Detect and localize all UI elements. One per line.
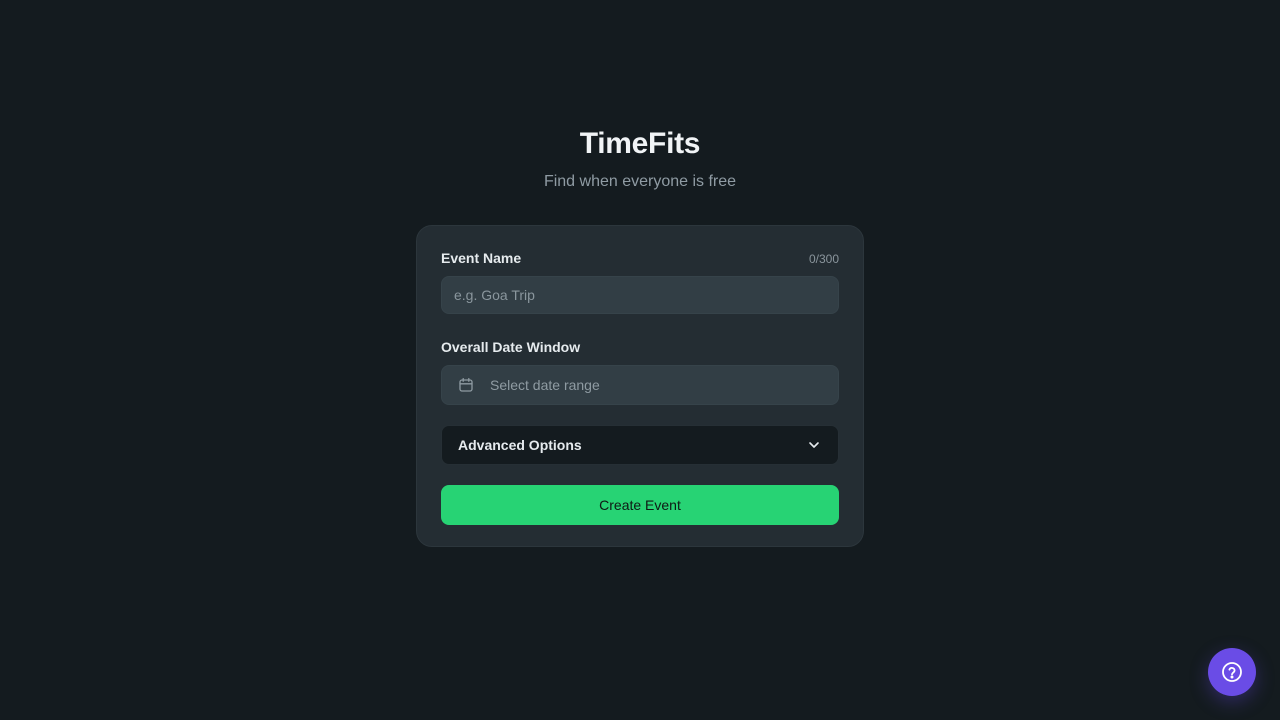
- app-title: TimeFits: [579, 127, 701, 160]
- header: TimeFits Find when everyone is free: [0, 124, 1280, 192]
- calendar-icon: [458, 377, 474, 393]
- date-window-label: Overall Date Window: [441, 339, 581, 355]
- date-window-header: Overall Date Window: [441, 339, 839, 359]
- date-range-picker[interactable]: Select date range: [441, 365, 839, 405]
- event-name-label: Event Name: [441, 250, 522, 266]
- create-event-card: Event Name 0/300 Overall Date Window Sel…: [416, 225, 864, 547]
- help-button[interactable]: [1208, 648, 1256, 696]
- event-name-char-counter: 0/300: [808, 252, 839, 266]
- advanced-options-toggle[interactable]: Advanced Options: [441, 425, 839, 465]
- app-subtitle: Find when everyone is free: [543, 173, 737, 190]
- chevron-down-icon: [806, 437, 822, 453]
- event-name-header: Event Name 0/300: [441, 250, 839, 270]
- advanced-options-label: Advanced Options: [458, 437, 582, 453]
- date-range-placeholder: Select date range: [490, 377, 600, 393]
- event-name-input[interactable]: [441, 276, 839, 314]
- create-event-button[interactable]: Create Event: [441, 485, 839, 525]
- page: TimeFits Find when everyone is free Even…: [0, 0, 1280, 720]
- help-circle-icon: [1221, 661, 1243, 683]
